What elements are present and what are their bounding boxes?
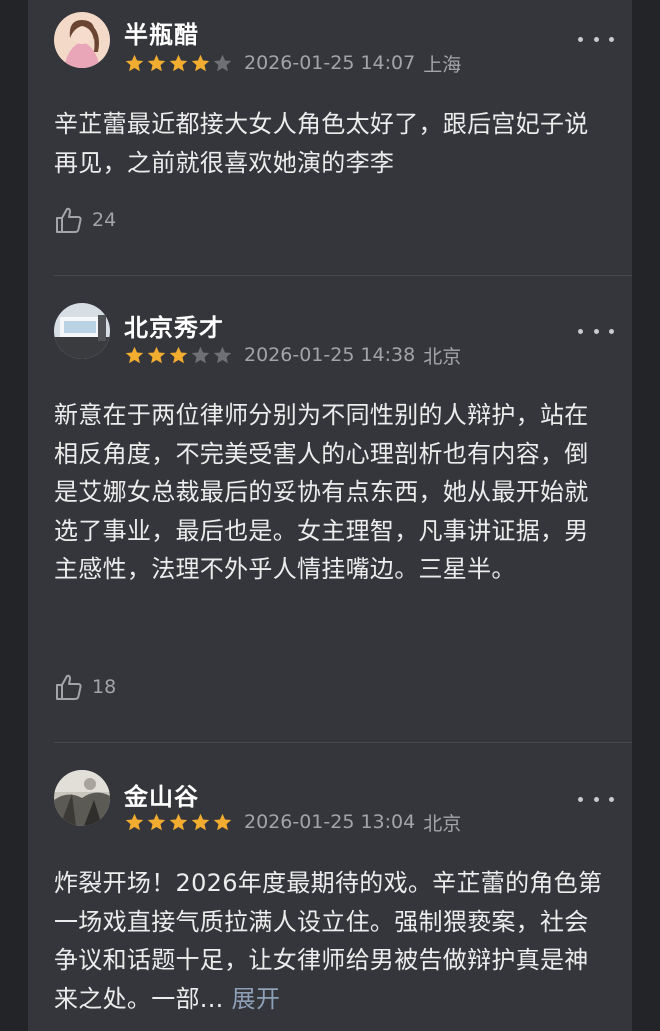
review-text: 新意在于两位律师分别为不同性别的人辩护，站在相反角度，不完美受害人的心理剖析也有… (54, 401, 589, 583)
thumbs-up-icon (56, 674, 82, 700)
star-icon (169, 346, 188, 363)
star-icon (125, 346, 144, 363)
like-button[interactable]: 24 (54, 205, 116, 235)
divider (54, 742, 632, 743)
star-icon (125, 54, 144, 71)
star-icon (169, 813, 188, 830)
expand-link[interactable]: 展开 (232, 985, 281, 1013)
more-icon[interactable] (578, 789, 614, 809)
app-frame: 半瓶醋 2026-01-25 14:07 上海 辛芷蕾最近都接大女人角色太好了，… (0, 0, 660, 1031)
review-meta: 2026-01-25 14:07 上海 (124, 50, 461, 76)
star-icon (213, 346, 232, 363)
star-icon (147, 346, 166, 363)
review-text: 辛芷蕾最近都接大女人角色太好了，跟后宫妃子说再见，之前就很喜欢她演的李李 (54, 110, 589, 177)
star-icon (147, 813, 166, 830)
avatar[interactable] (54, 303, 110, 359)
avatar[interactable] (54, 12, 110, 68)
right-edge (632, 0, 660, 1031)
review-meta: 2026-01-25 13:04 北京 (124, 809, 461, 835)
left-edge (0, 0, 28, 1031)
star-icon (213, 813, 232, 830)
star-rating (124, 812, 234, 833)
star-icon (213, 54, 232, 71)
review-date: 2026-01-25 14:38 (244, 344, 416, 366)
review-date: 2026-01-25 13:04 (244, 811, 416, 833)
thumbs-up-icon (56, 207, 82, 233)
username[interactable]: 北京秀才 (124, 308, 224, 343)
like-button[interactable]: 18 (54, 672, 116, 702)
review-location: 北京 (423, 345, 462, 368)
review-text: 炸裂开场！2026年度最期待的戏。辛芷蕾的角色第一场戏直接气质拉满人设立住。强制… (54, 864, 612, 1018)
review-location: 北京 (423, 812, 462, 835)
star-icon (191, 813, 210, 830)
review-meta: 2026-01-25 14:38 北京 (124, 342, 461, 368)
avatar[interactable] (54, 770, 110, 826)
username[interactable]: 金山谷 (124, 777, 199, 812)
more-icon[interactable] (578, 29, 614, 49)
divider (54, 275, 632, 276)
username[interactable]: 半瓶醋 (124, 15, 199, 50)
star-icon (191, 346, 210, 363)
star-icon (125, 813, 144, 830)
star-icon (191, 54, 210, 71)
star-icon (169, 54, 188, 71)
like-count: 18 (92, 676, 117, 698)
star-rating (124, 53, 234, 74)
review-list[interactable]: 半瓶醋 2026-01-25 14:07 上海 辛芷蕾最近都接大女人角色太好了，… (28, 0, 632, 1031)
review-text-body: 炸裂开场！2026年度最期待的戏。辛芷蕾的角色第一场戏直接气质拉满人设立住。强制… (54, 869, 603, 1013)
more-icon[interactable] (578, 321, 614, 341)
star-icon (147, 54, 166, 71)
review-date: 2026-01-25 14:07 (244, 52, 416, 74)
star-rating (124, 345, 234, 366)
like-count: 24 (92, 209, 117, 231)
review-location: 上海 (423, 53, 462, 76)
